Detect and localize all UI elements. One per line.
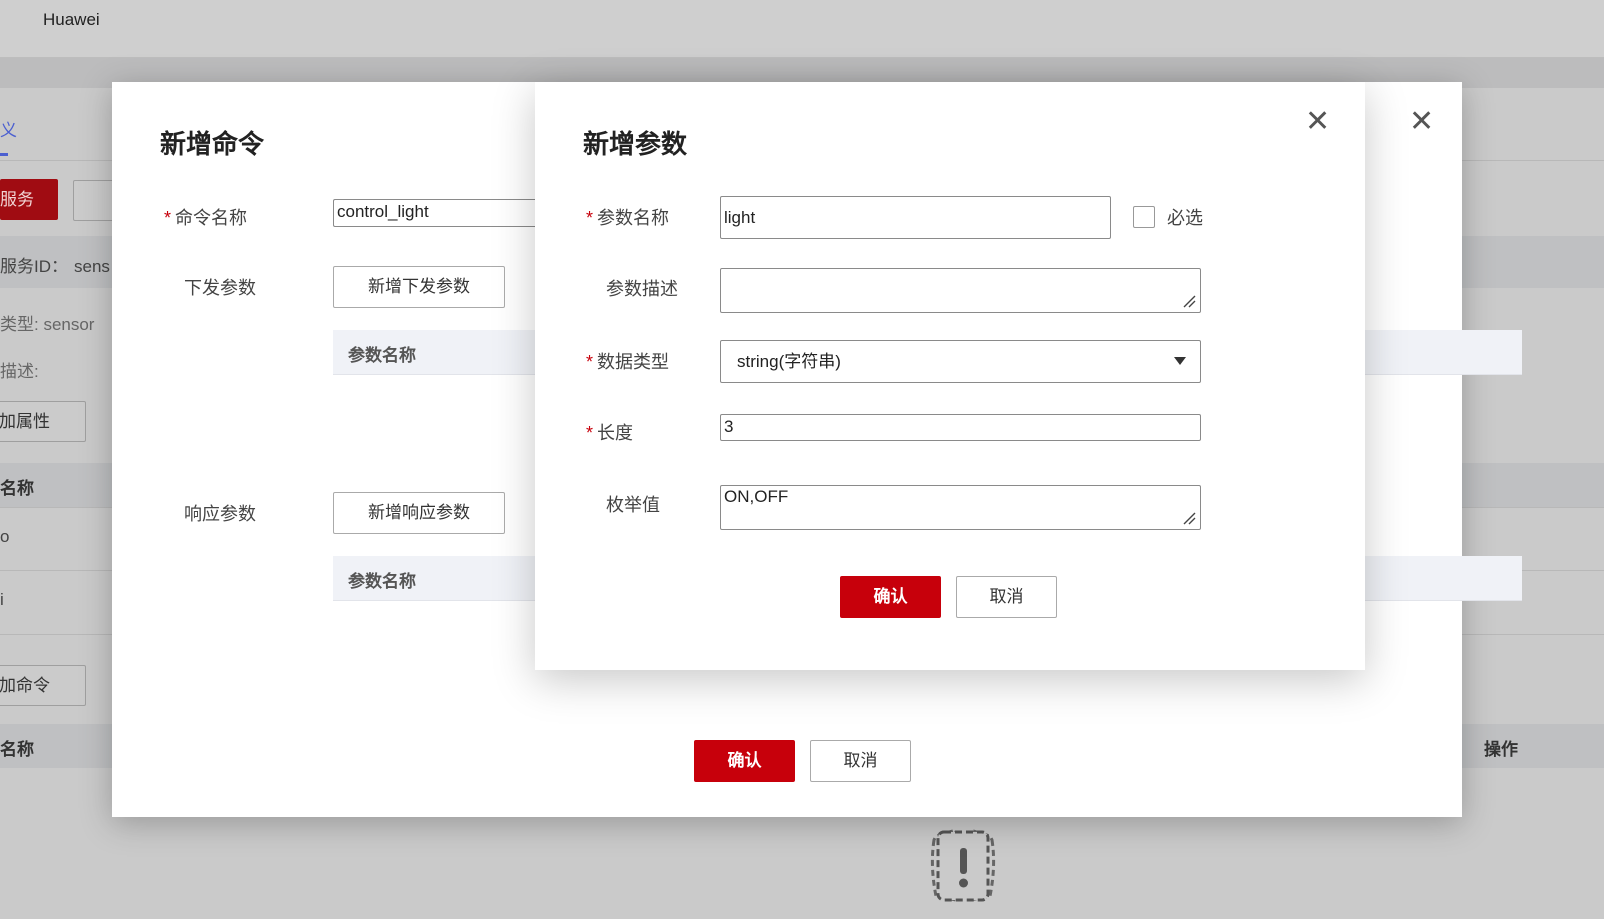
tab-underline <box>0 153 8 156</box>
background-button[interactable] <box>73 180 115 221</box>
service-desc: 描述: <box>0 362 39 381</box>
close-icon[interactable]: ✕ <box>1305 107 1330 137</box>
add-property-label: 加属性 <box>0 412 50 431</box>
brand-name: Huawei <box>43 10 100 29</box>
data-type-select[interactable]: string(字符串) <box>720 340 1201 383</box>
property-row: i <box>0 590 4 609</box>
add-response-param-button[interactable]: 新增响应参数 <box>333 492 505 534</box>
command-name-label-text: 命令名称 <box>175 208 248 228</box>
add-service-label: 服务 <box>0 190 34 209</box>
resize-grip-icon[interactable] <box>1182 511 1196 525</box>
add-property-button[interactable]: 加属性 <box>0 401 86 442</box>
dialog-title: 新增参数 <box>583 129 688 159</box>
param-name-label-text: 参数名称 <box>597 208 670 228</box>
background-tab[interactable]: 义 <box>0 116 17 141</box>
command-name-header: 名称 <box>0 740 34 759</box>
confirm-button[interactable]: 确认 <box>694 740 795 782</box>
operation-header: 操作 <box>1484 740 1518 759</box>
data-type-value: string(字符串) <box>737 352 841 371</box>
param-name-input[interactable]: light <box>720 196 1111 239</box>
data-type-label: * 数据类型 <box>586 352 670 372</box>
resize-grip-icon[interactable] <box>1182 294 1196 308</box>
service-id-value: sens <box>74 257 110 276</box>
service-type: 类型: sensor <box>0 315 95 334</box>
param-desc-textarea[interactable] <box>720 268 1201 313</box>
length-label-text: 长度 <box>597 423 634 443</box>
chevron-down-icon <box>1174 357 1186 365</box>
issue-params-label: 下发参数 <box>184 278 256 298</box>
close-icon[interactable]: ✕ <box>1409 107 1434 137</box>
property-name-header: 名称 <box>0 479 34 498</box>
property-row: o <box>0 527 10 546</box>
add-param-dialog: 新增参数 ✕ * 参数名称 light 必选 参数描述 * 数据类型 string(… <box>535 82 1365 670</box>
cancel-button[interactable]: 取消 <box>810 740 911 782</box>
param-cancel-button[interactable]: 取消 <box>956 576 1057 618</box>
service-id-label: 服务ID： <box>0 257 68 276</box>
add-service-button[interactable]: 服务 <box>0 179 58 220</box>
command-name-label: * 命令名称 <box>164 208 248 228</box>
param-name-column-header: 参数名称 <box>348 572 416 591</box>
empty-state-icon <box>930 827 996 902</box>
data-type-label-text: 数据类型 <box>597 352 670 372</box>
param-name-column-header: 参数名称 <box>348 346 416 365</box>
param-name-label: * 参数名称 <box>586 208 670 228</box>
required-label: 必选 <box>1167 208 1203 228</box>
dialog-title: 新增命令 <box>160 129 265 159</box>
top-bar <box>0 0 1604 58</box>
required-checkbox[interactable] <box>1133 206 1155 228</box>
response-params-label: 响应参数 <box>184 504 256 524</box>
length-input[interactable]: 3 <box>720 414 1201 441</box>
add-command-button[interactable]: 加命令 <box>0 665 86 706</box>
enum-label: 枚举值 <box>606 495 660 515</box>
length-label: * 长度 <box>586 423 634 443</box>
service-id: 服务ID： sens <box>0 252 110 277</box>
param-desc-label: 参数描述 <box>606 279 678 299</box>
enum-textarea[interactable]: ON,OFF <box>720 485 1201 530</box>
command-name-input[interactable]: control_light <box>333 199 543 227</box>
add-command-label: 加命令 <box>0 676 50 695</box>
param-confirm-button[interactable]: 确认 <box>840 576 941 618</box>
add-issue-param-button[interactable]: 新增下发参数 <box>333 266 505 308</box>
enum-value: ON,OFF <box>724 487 789 506</box>
